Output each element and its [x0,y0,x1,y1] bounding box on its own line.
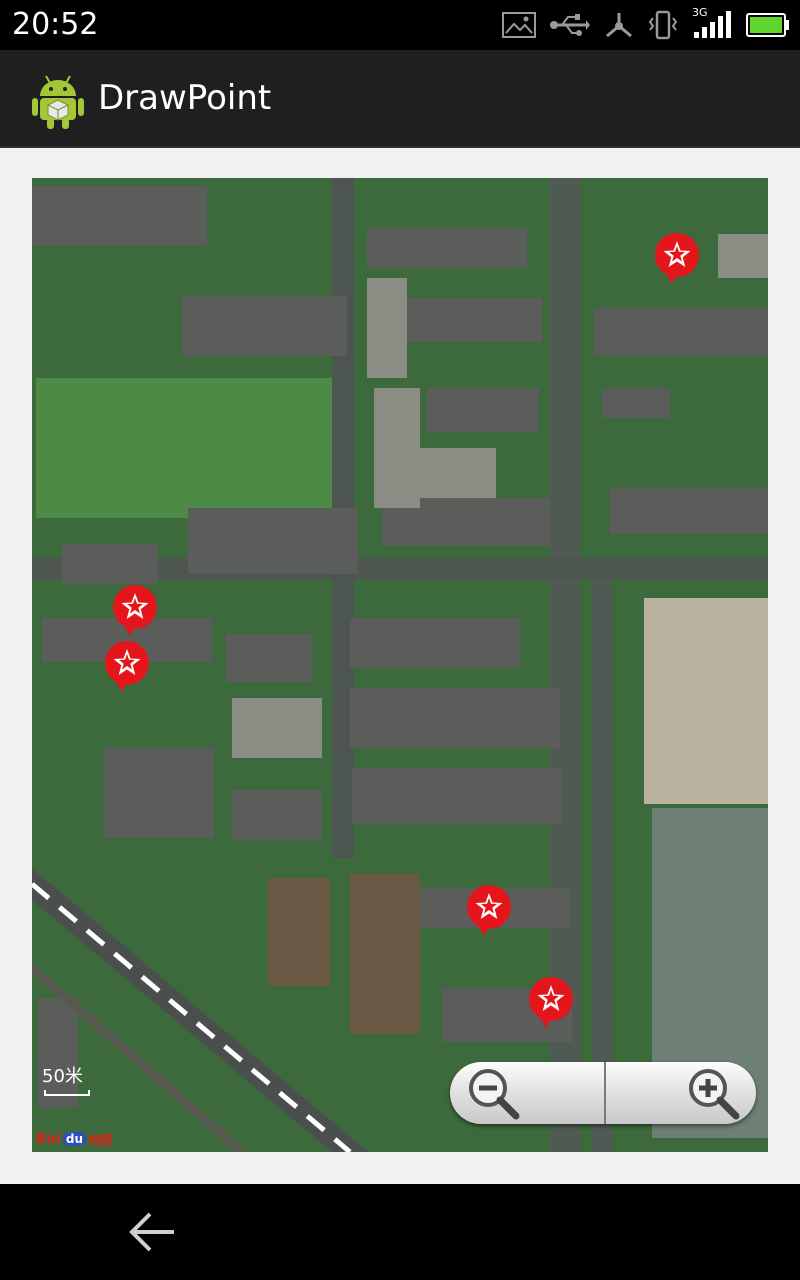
star-marker-icon[interactable] [528,976,574,1034]
android-robot-icon[interactable] [30,70,86,130]
action-bar: DrawPoint [0,50,800,148]
map-scale-bar [44,1090,90,1096]
back-button[interactable] [128,1210,176,1254]
star-marker-icon[interactable] [654,232,700,290]
status-bar: 20:52 3G [0,0,800,50]
vibrate-icon [648,8,678,42]
zoom-in-button[interactable] [606,1062,756,1124]
battery-icon [746,8,790,42]
star-marker-icon[interactable] [112,584,158,642]
share-icon [604,8,634,42]
signal-icon: 3G [692,6,732,42]
image-icon [502,8,536,42]
app-title: DrawPoint [98,78,272,118]
status-time: 20:52 [12,7,99,42]
satellite-map-view[interactable]: 50米 Bai du 地图 [32,178,768,1152]
status-icons: 3G [502,6,790,42]
navigation-bar [0,1184,800,1280]
star-marker-icon[interactable] [466,884,512,942]
usb-icon [550,8,590,42]
baidu-map-logo: Bai du 地图 [36,1131,113,1147]
zoom-controls [450,1062,756,1124]
map-scale-label: 50米 [42,1066,83,1087]
back-arrow-icon [129,1212,174,1252]
zoom-in-icon [689,1069,740,1120]
zoom-out-icon [469,1069,520,1120]
star-marker-icon[interactable] [104,640,150,698]
content-area: 50米 Bai du 地图 [0,148,800,1184]
network-type-label: 3G [692,6,708,19]
zoom-out-button[interactable] [450,1062,606,1124]
